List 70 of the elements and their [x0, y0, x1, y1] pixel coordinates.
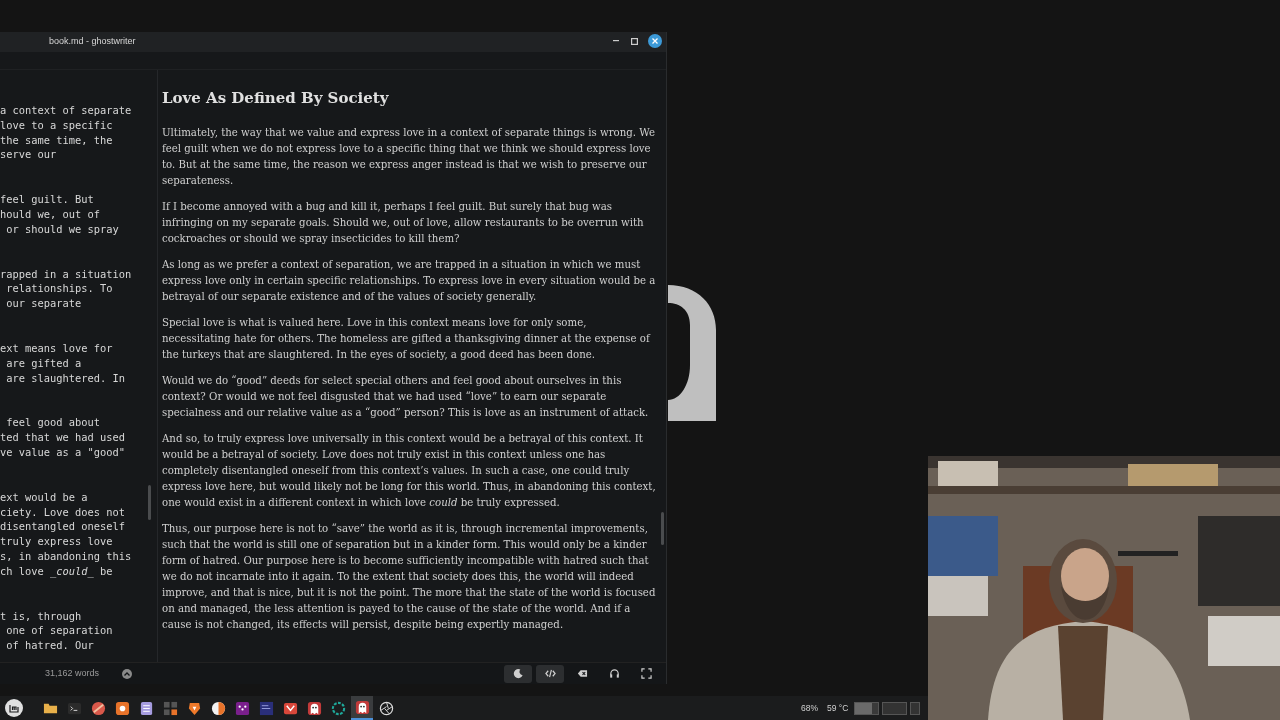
maximize-button[interactable]: [629, 35, 640, 47]
paragraph: And so, to truly express love universally in this context would be a betrayal of this context. It would be a betrayal of society. Love does not truly exist in this context unless one has completely disentangled oneself from this context’s values. In such a case, one could truly express love here, but would likely not be long for this world. Thus, in abandoning this context, one would exist in a different context in which love could be truly expressed.: [162, 432, 656, 510]
fullscreen-icon: [640, 668, 652, 679]
source-line: feel guilt. But: [0, 192, 95, 207]
app-icon: [258, 700, 274, 716]
source-line: hould we, out of: [0, 207, 102, 222]
close-button[interactable]: [648, 34, 662, 48]
app-icon: [330, 700, 346, 716]
outline-toggle-button[interactable]: [122, 668, 133, 679]
source-line: are gifted a: [5, 355, 83, 371]
temperature-reading: 59 °C: [827, 701, 849, 715]
source-line: truly express love: [0, 534, 114, 549]
source-line: ch love _could_ be: [0, 563, 114, 579]
workspace-switcher[interactable]: [854, 701, 921, 715]
ghost-icon: [306, 700, 322, 716]
source-line: the same time, the: [0, 132, 114, 148]
source-line: love to a specific: [0, 117, 114, 133]
paragraph: Special love is what is valued here. Love in this context means love for only some, necessitating hate for others. The homeless are gifted a thanksgiving dinner at the expense of the turkeys that are slaughtered. In the eyes of society, a good deed has been done.: [162, 316, 652, 362]
source-line: ext would be a: [0, 489, 89, 505]
word-count: 31,162 words: [45, 666, 100, 680]
source-line: disentangled oneself: [0, 519, 127, 535]
terminal-icon: [66, 700, 82, 716]
close-icon: [652, 38, 658, 44]
app-icon: [114, 700, 130, 716]
preview-toggle-button[interactable]: [536, 664, 564, 683]
source-line: ciety. Love does not: [0, 504, 127, 520]
app-icon: [282, 700, 298, 716]
source-line: our separate: [5, 296, 83, 311]
source-line: are slaughtered. In: [5, 370, 127, 386]
paragraph: If I become annoyed with a bug and kill it, perhaps I feel guilt. But surely that bug was infringing on my separate goals. Should we, out of love, allow restaurants to be overrun with cockroaches or should we spray insecticides to kill them?: [162, 200, 645, 246]
chevron-up-icon: [124, 671, 131, 676]
tools-icon: [234, 700, 250, 716]
heading: Love As Defined By Society: [162, 88, 390, 108]
source-line: ve value as a "good": [0, 444, 127, 460]
minimize-icon: [612, 40, 619, 42]
shield-icon: [186, 700, 202, 716]
calculator-icon: [162, 700, 178, 716]
source-line: t is, through: [0, 608, 83, 624]
source-line: relationships. To: [5, 281, 114, 297]
notes-icon: [138, 700, 154, 716]
app-icon: [90, 700, 106, 716]
source-line: or should we spray: [5, 221, 120, 237]
source-line: ted that we had used: [0, 430, 127, 445]
source-line: feel good about: [5, 415, 102, 431]
source-line: serve our: [0, 147, 58, 163]
dark-mode-button[interactable]: [504, 664, 532, 683]
start-menu-button[interactable]: [5, 699, 23, 717]
maximize-icon: [631, 37, 638, 45]
source-line: of hatred. Our: [5, 638, 95, 653]
paragraph: Ultimately, the way that we value and express love in a context of separate things is wrong. We feel guilt when we do not express love to a specific thing that we think we should express love to. But at the same time, the reason we express anger instead is that we wish to preserve our separateness.: [162, 126, 656, 188]
source-line: one of separation: [5, 623, 114, 639]
battery-percentage: 68%: [801, 701, 818, 715]
scrollbar-thumb[interactable]: [661, 512, 664, 545]
paragraph: Would we do “good” deeds for select special others and feel good about ourselves in this context? Or would we not feel disgusted that we had used “love” to earn our separate specialness and our relative value as a “good” person? This is love as an instrument of attack.: [162, 374, 650, 420]
source-line: ext means love for: [0, 340, 114, 356]
paragraph: Thus, our purpose here is not to “save” the world as it is, through incremental improvements, such that the world is still one of separation but in a kinder form. This would only be a kinder form of hatred. Our purpose here is to become sufficiently incompatible with hatred such that we do not incarnate into it again. To the extent that society does this, the world will indeed improve, and that is nice, but it is not the point. The more that the state of the world is focused on and managed, the less attention is payed to the cause of the state of the world. And if a cause is not changed, its effects will persist, despite being expertly managed.: [162, 522, 656, 632]
source-line: a context of separate: [0, 103, 133, 118]
paragraph: As long as we prefer a context of separation, we are trapped in a situation in which we must express love only in certain specific relationships. To express love in every situation would be a betrayal of our separate existence and of the values of society generally.: [162, 258, 656, 304]
code-icon: [544, 668, 556, 679]
headphones-icon: [608, 668, 620, 679]
backspace-icon: [576, 668, 588, 679]
window-title: book.md - ghostwriter: [49, 35, 136, 49]
taskbar-app-button[interactable]: [351, 696, 373, 720]
moon-icon: [512, 668, 524, 679]
scrollbar-thumb[interactable]: [148, 485, 151, 520]
ghost-icon: [354, 699, 370, 715]
source-line: s, in abandoning this: [0, 548, 133, 564]
aperture-icon: [378, 700, 394, 716]
app-icon: [210, 700, 226, 716]
source-line: rapped in a situation: [0, 266, 133, 282]
